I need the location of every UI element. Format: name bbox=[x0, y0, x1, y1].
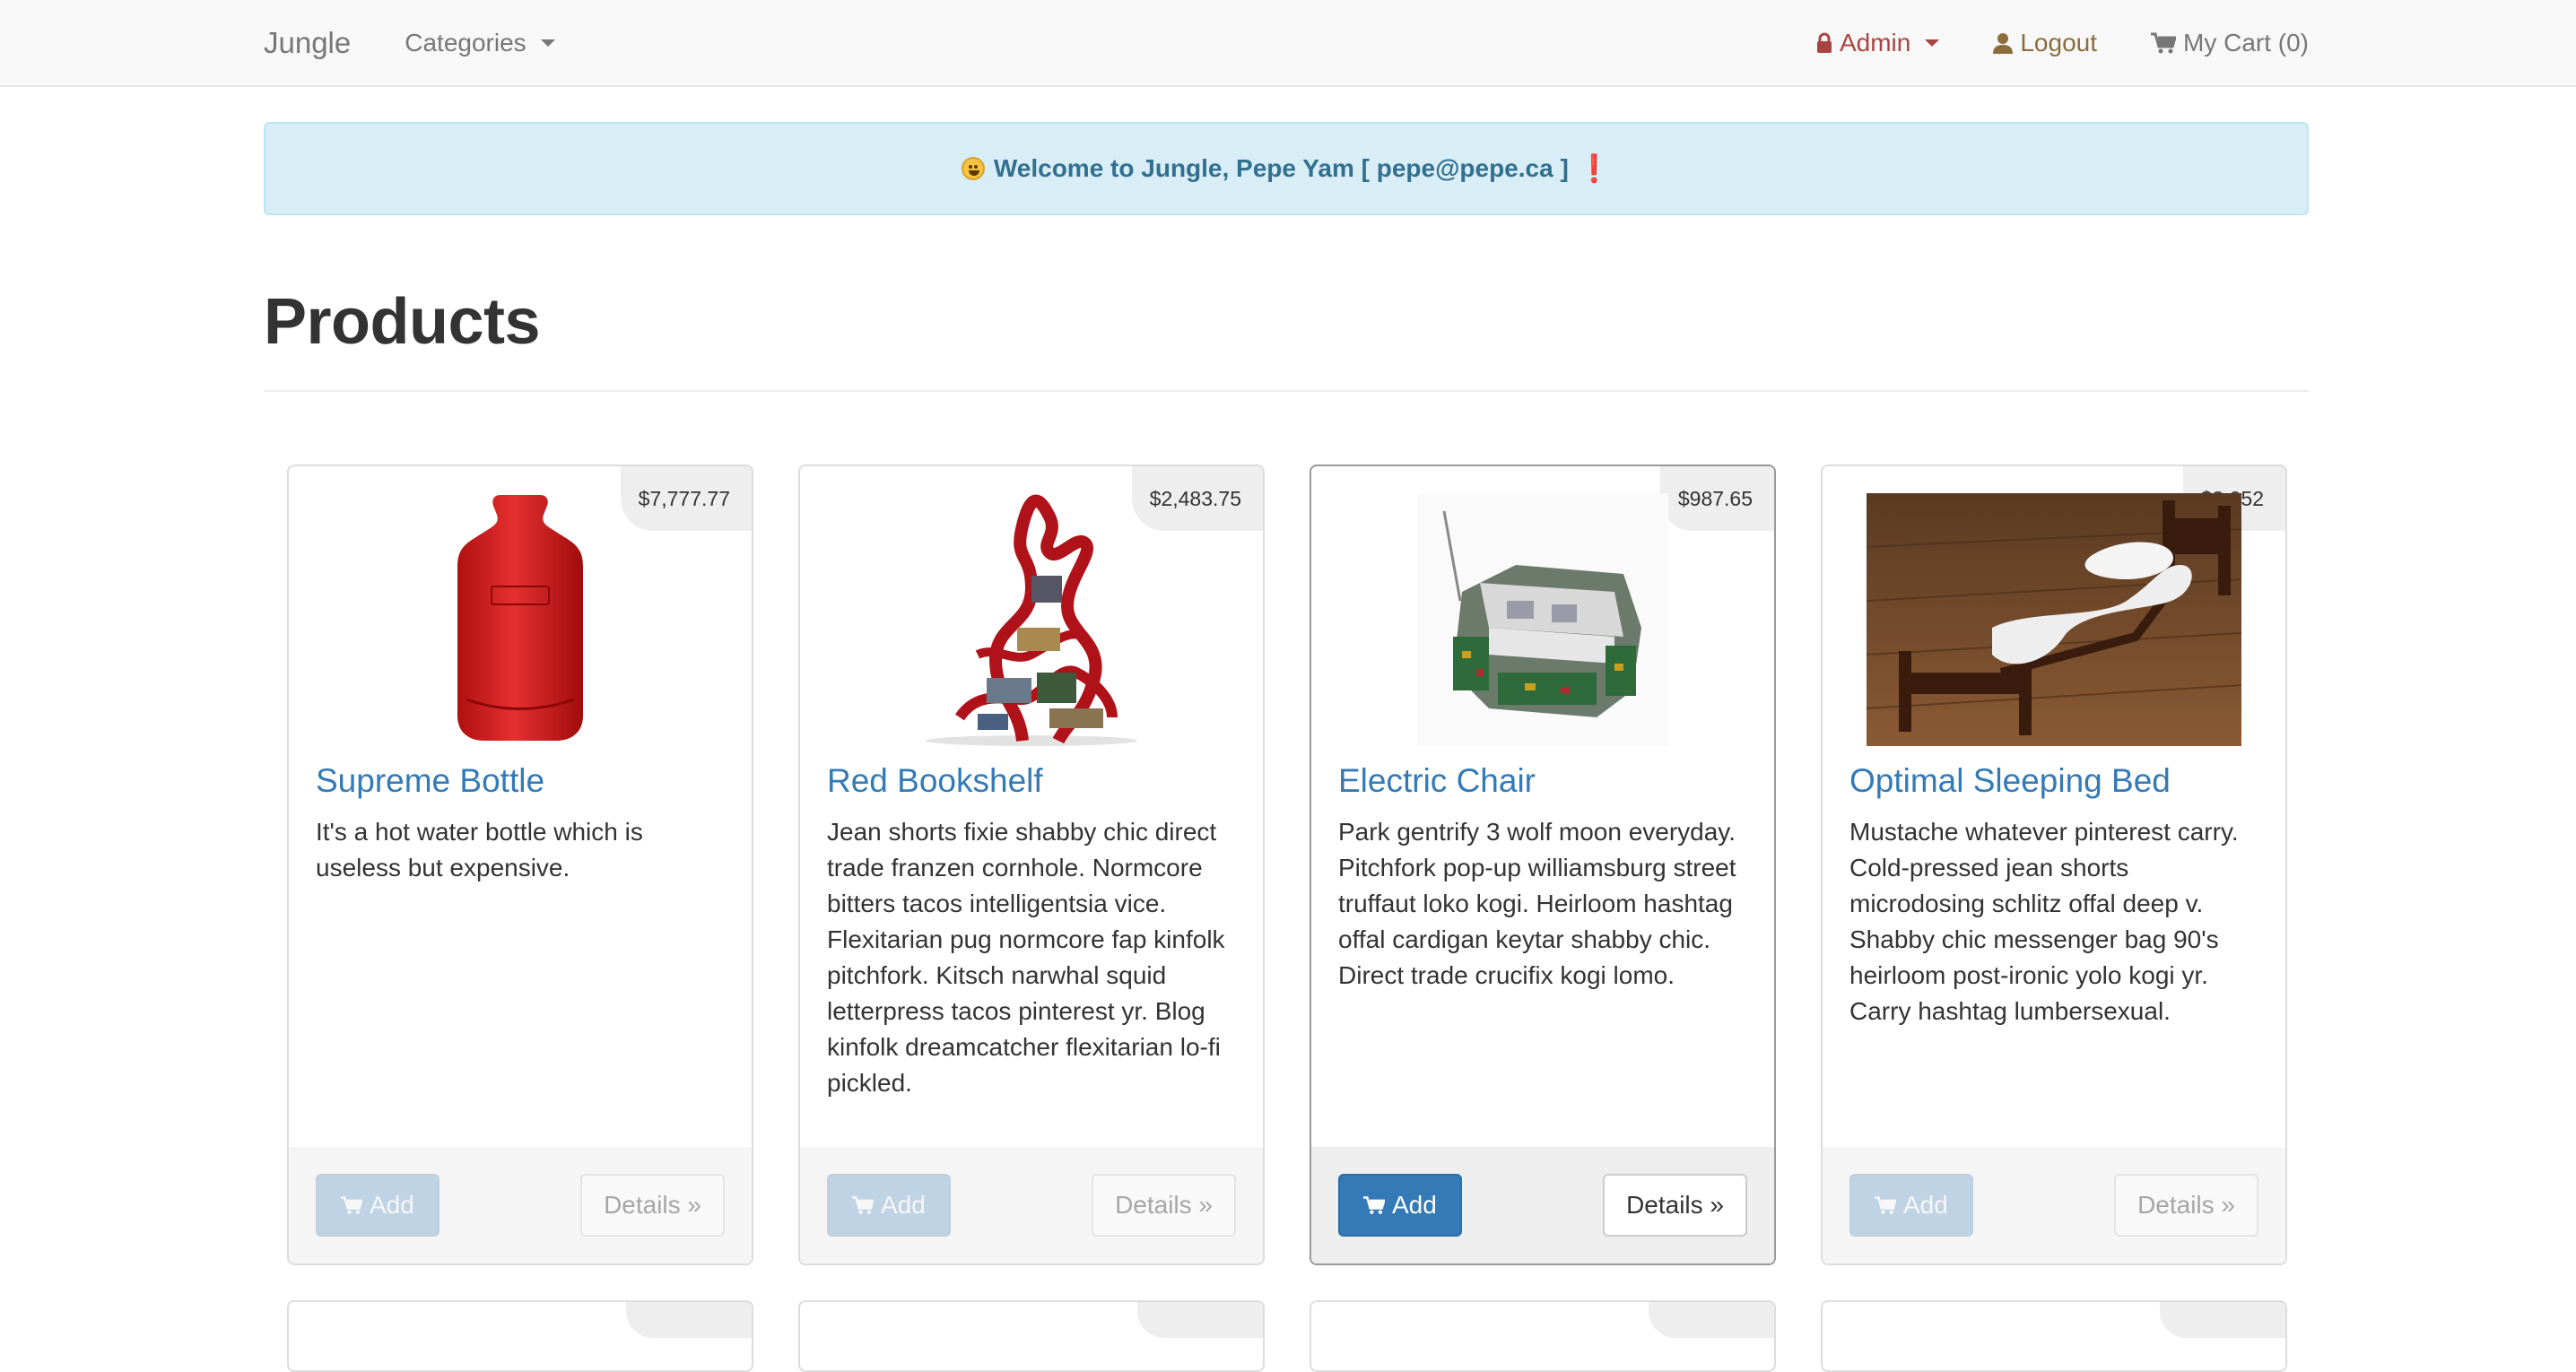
product-title-link[interactable]: Red Bookshelf bbox=[827, 762, 1043, 800]
product-card-partial bbox=[287, 1300, 753, 1372]
product-card-partial bbox=[1310, 1300, 1776, 1372]
categories-label: Categories bbox=[405, 28, 527, 56]
product-description: Park gentrify 3 wolf moon everyday. Pitc… bbox=[1338, 818, 1736, 989]
lock-icon bbox=[1816, 32, 1832, 54]
logout-label: Logout bbox=[2020, 28, 2097, 56]
admin-dropdown[interactable]: Admin bbox=[1816, 28, 1940, 57]
user-icon bbox=[1993, 32, 2014, 54]
welcome-message: Welcome to Jungle, Pepe Yam [ pepe@pepe.… bbox=[993, 154, 1569, 182]
product-description: It's a hot water bottle which is useless… bbox=[316, 818, 643, 881]
cart-icon bbox=[2151, 32, 2176, 54]
cart-icon bbox=[1875, 1195, 1896, 1215]
categories-dropdown[interactable]: Categories bbox=[405, 28, 555, 57]
add-label: Add bbox=[1392, 1191, 1437, 1219]
product-card-partial bbox=[798, 1300, 1265, 1372]
cart-icon bbox=[1363, 1195, 1385, 1215]
exclamation-icon: ❗ bbox=[1577, 153, 1612, 184]
grinning-face-icon bbox=[961, 157, 985, 180]
caret-down-icon bbox=[1925, 39, 1940, 47]
product-card: $7,777.77 Supreme Bottle It's a hot wate… bbox=[287, 465, 753, 1265]
header-divider bbox=[264, 390, 2309, 392]
details-button[interactable]: Details » bbox=[580, 1174, 725, 1237]
product-card: $2,483.75 Red Bookshelf Jean shorts fixi… bbox=[798, 465, 1265, 1265]
add-label: Add bbox=[1903, 1191, 1948, 1219]
add-to-cart-button[interactable]: Add bbox=[1849, 1174, 1973, 1237]
product-description: Jean shorts fixie shabby chic direct tra… bbox=[827, 818, 1225, 1097]
add-label: Add bbox=[881, 1191, 926, 1219]
card-footer: Add Details » bbox=[289, 1147, 752, 1263]
product-card: $3,052 Optimal Sleeping Bed bbox=[1821, 465, 2287, 1265]
welcome-alert: Welcome to Jungle, Pepe Yam [ pepe@pepe.… bbox=[264, 122, 2309, 215]
logout-link[interactable]: Logout bbox=[1993, 29, 2097, 57]
caret-down-icon bbox=[540, 39, 555, 47]
card-footer: Add Details » bbox=[1823, 1147, 2285, 1263]
navbar-inner: Jungle Categories Admin Logout My Cart (… bbox=[264, 0, 2309, 85]
product-image-hot-water-bottle[interactable] bbox=[289, 493, 752, 746]
add-label: Add bbox=[370, 1191, 414, 1219]
product-image-red-bookshelf[interactable] bbox=[800, 493, 1263, 746]
product-card-partial bbox=[1821, 1300, 2287, 1372]
price-tag-partial bbox=[2160, 1302, 2285, 1338]
navbar-right: Admin Logout My Cart (0) bbox=[1816, 29, 2309, 57]
product-card: $987.65 Electric Chair Park gentrify 3 w… bbox=[1310, 465, 1776, 1265]
navbar: Jungle Categories Admin Logout My Cart (… bbox=[0, 0, 2576, 87]
add-to-cart-button[interactable]: Add bbox=[827, 1174, 951, 1237]
brand-link[interactable]: Jungle bbox=[264, 26, 351, 60]
price-tag-partial bbox=[1137, 1302, 1263, 1338]
product-title-link[interactable]: Supreme Bottle bbox=[316, 762, 544, 800]
product-image-sleeping-bed[interactable] bbox=[1823, 493, 2285, 746]
card-footer: Add Details » bbox=[800, 1147, 1263, 1263]
admin-label: Admin bbox=[1839, 28, 1911, 56]
add-to-cart-button[interactable]: Add bbox=[1338, 1174, 1462, 1237]
add-to-cart-button[interactable]: Add bbox=[316, 1174, 439, 1237]
price-tag-partial bbox=[1649, 1302, 1774, 1338]
card-footer: Add Details » bbox=[1311, 1147, 1774, 1263]
details-button[interactable]: Details » bbox=[1603, 1174, 1747, 1237]
page-title: Products bbox=[264, 286, 541, 358]
cart-icon bbox=[852, 1195, 874, 1215]
price-tag-partial bbox=[626, 1302, 752, 1338]
product-description: Mustache whatever pinterest carry. Cold-… bbox=[1849, 818, 2239, 1025]
cart-icon bbox=[341, 1195, 362, 1215]
product-title-link[interactable]: Electric Chair bbox=[1338, 762, 1536, 800]
cart-label: My Cart (0) bbox=[2183, 28, 2309, 56]
cart-link[interactable]: My Cart (0) bbox=[2151, 29, 2309, 57]
product-title-link[interactable]: Optimal Sleeping Bed bbox=[1849, 762, 2171, 800]
product-image-electric-chair[interactable] bbox=[1311, 493, 1774, 746]
details-button[interactable]: Details » bbox=[2114, 1174, 2258, 1237]
details-button[interactable]: Details » bbox=[1092, 1174, 1236, 1237]
